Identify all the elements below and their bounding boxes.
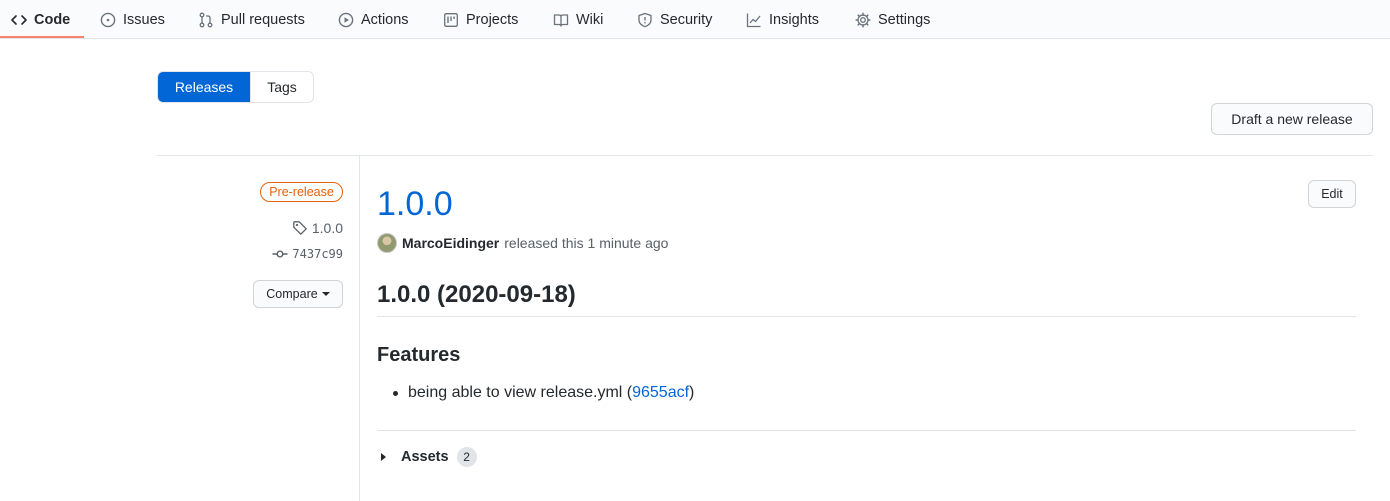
assets-divider xyxy=(377,430,1356,431)
avatar[interactable] xyxy=(377,233,397,253)
assets-toggle[interactable]: Assets 2 xyxy=(381,446,477,468)
tab-pull-requests[interactable]: Pull requests xyxy=(198,0,305,39)
releases-tags-subnav: Releases Tags xyxy=(157,71,314,103)
tab-insights[interactable]: Insights xyxy=(746,0,819,39)
edit-release-button[interactable]: Edit xyxy=(1308,180,1356,208)
pre-release-badge: Pre-release xyxy=(260,182,343,202)
release-title[interactable]: 1.0.0 xyxy=(377,183,453,225)
release-author-line: MarcoEidinger released this 1 minute ago xyxy=(377,233,668,253)
release-commit[interactable]: 7437c99 xyxy=(272,246,343,262)
tag-icon xyxy=(292,220,308,236)
tab-actions[interactable]: Actions xyxy=(338,0,409,39)
released-time-text: released this 1 minute ago xyxy=(504,235,669,251)
tab-settings[interactable]: Settings xyxy=(855,0,930,39)
tab-code[interactable]: Code xyxy=(11,0,70,39)
release-commit-sha: 7437c99 xyxy=(292,247,343,261)
assets-label: Assets xyxy=(401,449,449,465)
list-item-body: being able to view release.yml ( xyxy=(408,384,633,401)
tab-wiki[interactable]: Wiki xyxy=(553,0,603,39)
tab-security-label: Security xyxy=(660,11,713,28)
tags-tab[interactable]: Tags xyxy=(250,72,313,102)
commit-icon xyxy=(272,246,288,262)
book-icon xyxy=(553,12,569,28)
features-heading: Features xyxy=(377,344,461,366)
author-name[interactable]: MarcoEidinger xyxy=(402,235,499,251)
compare-button-label: Compare xyxy=(266,287,318,301)
release-tag-label: 1.0.0 xyxy=(311,220,343,236)
commit-link[interactable]: 9655acf xyxy=(632,384,689,401)
tab-security[interactable]: Security xyxy=(637,0,712,39)
issue-icon xyxy=(100,12,116,28)
pull-request-icon xyxy=(198,12,214,28)
draft-new-release-button[interactable]: Draft a new release xyxy=(1211,103,1373,135)
tab-issues[interactable]: Issues xyxy=(100,0,165,39)
play-icon xyxy=(338,12,354,28)
bullet xyxy=(393,390,398,396)
selected-tab-underline xyxy=(0,36,84,38)
list-item: being able to view release.yml (9655acf) xyxy=(393,384,694,402)
tab-code-label: Code xyxy=(34,11,71,28)
tab-projects[interactable]: Projects xyxy=(443,0,518,39)
release-top-divider xyxy=(157,155,1373,156)
list-item-suffix: ) xyxy=(689,384,695,401)
project-icon xyxy=(443,12,459,28)
code-icon xyxy=(11,12,27,28)
tab-issues-label: Issues xyxy=(123,11,165,28)
heading-rule xyxy=(377,316,1356,317)
tab-settings-label: Settings xyxy=(878,11,931,28)
list-item-text: being able to view release.yml (9655acf) xyxy=(408,384,694,402)
tab-wiki-label: Wiki xyxy=(576,11,604,28)
graph-icon xyxy=(746,12,762,28)
tab-projects-label: Projects xyxy=(466,11,519,28)
release-tag[interactable]: 1.0.0 xyxy=(292,220,343,236)
tab-pull-requests-label: Pull requests xyxy=(221,11,305,28)
release-notes-heading: 1.0.0 (2020-09-18) xyxy=(377,281,576,308)
tab-insights-label: Insights xyxy=(769,11,819,28)
repo-nav: Code Issues Pull requests Actions Projec… xyxy=(0,0,1390,39)
chevron-down-icon xyxy=(321,292,330,296)
tab-actions-label: Actions xyxy=(361,11,409,28)
compare-button[interactable]: Compare xyxy=(253,280,343,308)
triangle-right-icon xyxy=(381,453,386,461)
shield-icon xyxy=(637,12,653,28)
release-meta-divider xyxy=(359,156,360,501)
assets-count-badge: 2 xyxy=(456,447,477,467)
releases-tab[interactable]: Releases xyxy=(158,72,250,102)
gear-icon xyxy=(855,11,871,28)
